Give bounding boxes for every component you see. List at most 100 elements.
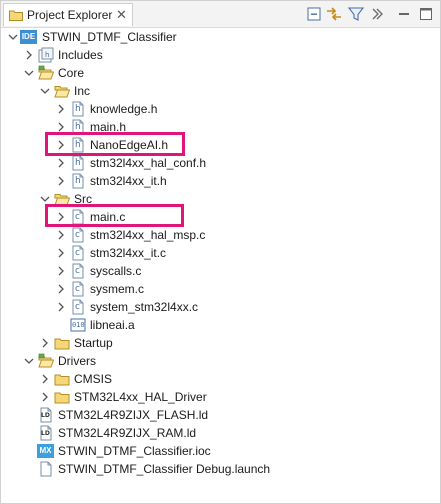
tree-item-label: system_stm32l4xx.c <box>90 300 199 314</box>
tree-item-file[interactable]: c system_stm32l4xx.c <box>1 298 440 316</box>
chevron-right-icon[interactable] <box>55 265 67 277</box>
view-menu-icon[interactable] <box>367 5 385 23</box>
tree-item-hal-driver[interactable]: STM32L4xx_HAL_Driver <box>1 388 440 406</box>
collapse-all-icon[interactable] <box>305 5 323 23</box>
header-file-icon: h <box>70 137 86 153</box>
chevron-right-icon[interactable] <box>55 247 67 259</box>
ide-project-icon: IDE <box>20 30 37 44</box>
tree-item-label: stm32l4xx_hal_conf.h <box>90 156 207 170</box>
chevron-right-icon[interactable] <box>23 49 35 61</box>
tree-item-label: main.h <box>90 120 127 134</box>
tree-item-startup[interactable]: Startup <box>1 334 440 352</box>
filter-icon[interactable] <box>347 5 365 23</box>
tree-item-file[interactable]: LD STM32L4R9ZIJX_FLASH.ld <box>1 406 440 424</box>
tree-item-file[interactable]: STWIN_DTMF_Classifier Debug.launch <box>1 460 440 478</box>
chevron-right-icon[interactable] <box>55 211 67 223</box>
tree-item-file[interactable]: c sysmem.c <box>1 280 440 298</box>
header-file-icon: h <box>70 155 86 171</box>
source-folder-open-icon <box>38 353 54 369</box>
chevron-right-icon[interactable] <box>55 121 67 133</box>
tree-item-label: CMSIS <box>74 372 113 386</box>
folder-icon <box>54 389 70 405</box>
c-source-file-icon: c <box>70 299 86 315</box>
tree-item-label: STWIN_DTMF_Classifier Debug.launch <box>58 462 271 476</box>
chevron-right-icon[interactable] <box>39 391 51 403</box>
close-icon[interactable]: ✕ <box>116 7 127 23</box>
chevron-down-icon[interactable] <box>23 355 35 367</box>
chevron-right-icon[interactable] <box>55 139 67 151</box>
tree-item-label: Src <box>74 192 92 206</box>
c-source-file-icon: c <box>70 263 86 279</box>
tree-item-file[interactable]: h NanoEdgeAI.h <box>1 136 440 154</box>
minimize-icon[interactable] <box>395 5 413 23</box>
tree-item-file[interactable]: h stm32l4xx_hal_conf.h <box>1 154 440 172</box>
c-source-file-icon: c <box>70 281 86 297</box>
tree-item-label: STM32L4R9ZIJX_FLASH.ld <box>58 408 209 422</box>
tree-item-drivers[interactable]: Drivers <box>1 352 440 370</box>
chevron-right-icon[interactable] <box>55 283 67 295</box>
folder-open-icon <box>54 191 70 207</box>
tree-item-label: Includes <box>58 48 103 62</box>
tree-item-inc[interactable]: Inc <box>1 82 440 100</box>
cubemx-file-icon: MX <box>37 444 54 458</box>
tree-item-project[interactable]: IDE STWIN_DTMF_Classifier <box>1 28 440 46</box>
tab-project-explorer[interactable]: Project Explorer ✕ <box>3 3 133 26</box>
tree-item-core[interactable]: Core <box>1 64 440 82</box>
tree-item-label: STWIN_DTMF_Classifier.ioc <box>58 444 211 458</box>
tree-item-label: stm32l4xx_hal_msp.c <box>90 228 206 242</box>
tree-item-label: STM32L4xx_HAL_Driver <box>74 390 207 404</box>
chevron-right-icon[interactable] <box>55 157 67 169</box>
linker-script-icon: LD <box>38 425 54 441</box>
chevron-right-icon[interactable] <box>39 337 51 349</box>
tree-item-file[interactable]: c syscalls.c <box>1 262 440 280</box>
tree-item-label: NanoEdgeAI.h <box>90 138 169 152</box>
tree-item-label: Startup <box>74 336 113 350</box>
chevron-right-icon[interactable] <box>55 301 67 313</box>
svg-text:h: h <box>45 51 49 59</box>
c-source-file-icon: c <box>70 227 86 243</box>
linker-script-icon: LD <box>38 407 54 423</box>
tree-item-src[interactable]: Src <box>1 190 440 208</box>
chevron-down-icon[interactable] <box>23 67 35 79</box>
tree-item-label: Inc <box>74 84 91 98</box>
tree-item-file[interactable]: c stm32l4xx_hal_msp.c <box>1 226 440 244</box>
tree-item-label: Core <box>58 66 85 80</box>
tree-item-cmsis[interactable]: CMSIS <box>1 370 440 388</box>
tree-item-file[interactable]: c main.c <box>1 208 440 226</box>
tree-item-file[interactable]: LD STM32L4R9ZIJX_RAM.ld <box>1 424 440 442</box>
folder-icon <box>54 371 70 387</box>
chevron-down-icon[interactable] <box>39 85 51 97</box>
tab-label: Project Explorer <box>27 8 113 22</box>
chevron-down-icon[interactable] <box>7 31 19 43</box>
tree-item-file[interactable]: h stm32l4xx_it.h <box>1 172 440 190</box>
tree-item-file[interactable]: c stm32l4xx_it.c <box>1 244 440 262</box>
tree-item-includes[interactable]: h Includes <box>1 46 440 64</box>
tree-item-label: Drivers <box>58 354 96 368</box>
source-folder-open-icon <box>38 65 54 81</box>
tree-item-file[interactable]: h knowledge.h <box>1 100 440 118</box>
header-file-icon: h <box>70 101 86 117</box>
link-with-editor-icon[interactable] <box>325 5 343 23</box>
chevron-down-icon[interactable] <box>39 193 51 205</box>
library-file-icon: 010 <box>72 321 85 329</box>
chevron-right-icon[interactable] <box>55 229 67 241</box>
project-tree: IDE STWIN_DTMF_Classifier h Includes Cor… <box>1 28 440 503</box>
tree-item-label: STWIN_DTMF_Classifier <box>42 30 177 44</box>
tree-item-label: knowledge.h <box>90 102 158 116</box>
tree-item-label: stm32l4xx_it.c <box>90 246 167 260</box>
chevron-right-icon[interactable] <box>55 103 67 115</box>
chevron-right-icon[interactable] <box>55 175 67 187</box>
tree-item-label: libneai.a <box>90 318 135 332</box>
tree-item-file[interactable]: 010 libneai.a <box>1 316 440 334</box>
project-explorer-icon <box>9 10 23 21</box>
c-source-file-icon: c <box>70 209 86 225</box>
launch-file-icon <box>38 461 54 477</box>
chevron-right-icon[interactable] <box>39 373 51 385</box>
includes-icon: h <box>38 47 54 63</box>
folder-open-icon <box>54 83 70 99</box>
maximize-icon[interactable] <box>417 5 435 23</box>
tree-item-file[interactable]: MX STWIN_DTMF_Classifier.ioc <box>1 442 440 460</box>
header-file-icon: h <box>70 119 86 135</box>
folder-icon <box>54 335 70 351</box>
tree-item-file[interactable]: h main.h <box>1 118 440 136</box>
